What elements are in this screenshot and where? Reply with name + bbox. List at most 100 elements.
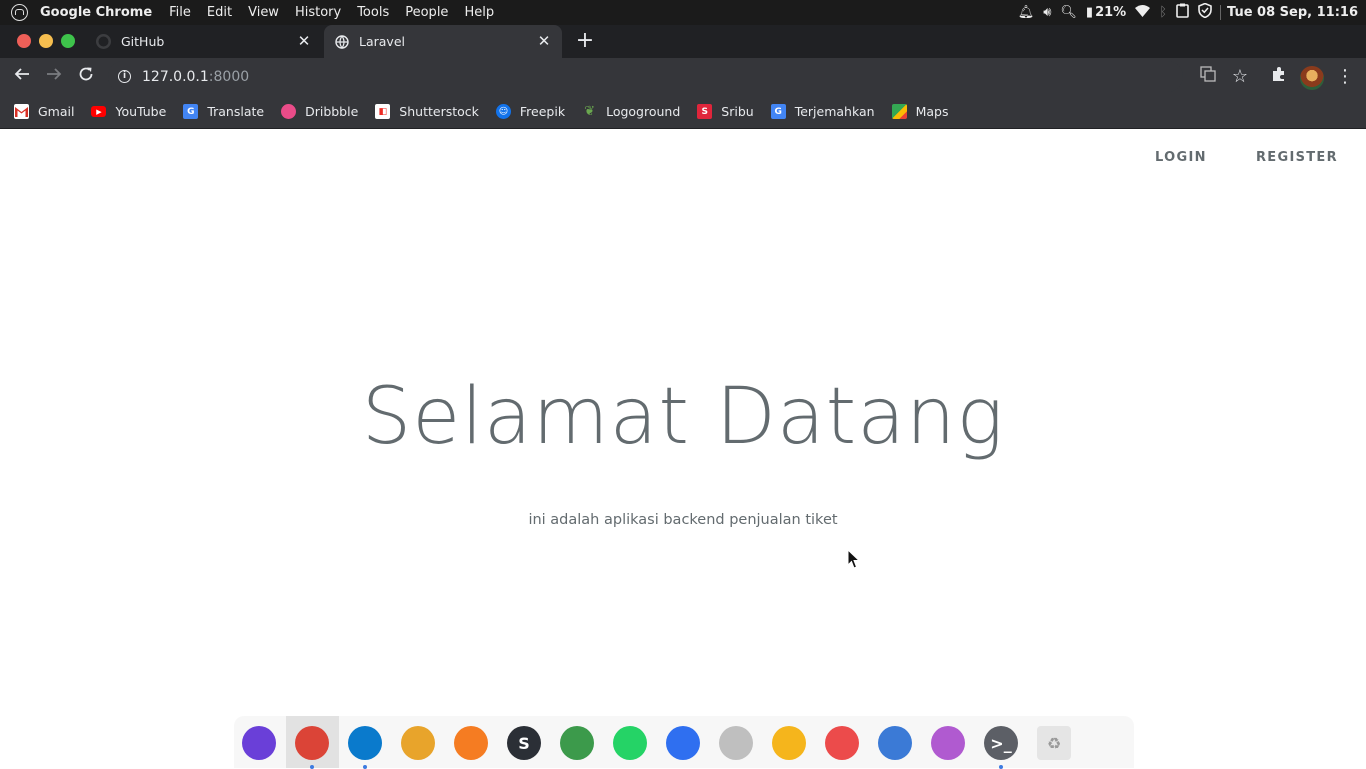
os-logo-icon[interactable] — [11, 4, 28, 21]
sribu-icon: S — [697, 104, 713, 119]
dbeaver-icon[interactable] — [401, 726, 435, 760]
bookmark-gmail[interactable]: Gmail — [14, 104, 74, 119]
maps-icon — [891, 104, 907, 119]
page-subtitle: ini adalah aplikasi backend penjualan ti… — [528, 512, 838, 528]
translate-icon: G — [770, 104, 786, 119]
simplenote-icon[interactable]: S — [507, 726, 541, 760]
app-launcher-icon[interactable] — [242, 726, 276, 760]
store-icon[interactable] — [666, 726, 700, 760]
dribbble-icon — [281, 104, 297, 119]
dock-running-indicator — [363, 765, 367, 769]
forward-button[interactable] — [43, 66, 65, 88]
menu-kebab-icon[interactable]: ⋮ — [1334, 66, 1356, 88]
back-button[interactable] — [11, 66, 33, 88]
forward-arrow-icon — [47, 68, 62, 80]
quote-app-icon[interactable] — [931, 726, 965, 760]
terminal-icon[interactable]: >_ — [984, 726, 1018, 760]
close-tab-icon[interactable]: ✕ — [296, 33, 312, 49]
bookmark-logoground[interactable]: ❦ Logoground — [582, 104, 680, 119]
maximize-window-button[interactable] — [61, 34, 75, 48]
menu-people[interactable]: People — [405, 5, 448, 20]
bookmark-maps[interactable]: Maps — [891, 104, 949, 119]
login-link[interactable]: LOGIN — [1155, 150, 1207, 165]
bookmark-terjemahkan[interactable]: G Terjemahkan — [770, 104, 875, 119]
profile-avatar[interactable] — [1300, 66, 1324, 90]
trash-icon[interactable]: ♻ — [1037, 726, 1071, 760]
whatsapp-icon[interactable] — [613, 726, 647, 760]
dock-running-indicator — [310, 765, 314, 769]
menu-edit[interactable]: Edit — [207, 5, 232, 20]
shield-icon[interactable] — [1198, 2, 1212, 22]
battery-percent: 21% — [1095, 5, 1127, 20]
toggle-app-icon[interactable] — [878, 726, 912, 760]
menu-tools[interactable]: Tools — [357, 5, 389, 20]
menu-view[interactable]: View — [248, 5, 279, 20]
menu-history[interactable]: History — [295, 5, 341, 20]
system-tray: 🔔︎ 🔊︎ 🔍︎ ▮ 21% ᛒ Tue 08 Sep, 11:16 — [1009, 0, 1366, 25]
bookmark-translate[interactable]: G Translate — [183, 104, 264, 119]
clock[interactable]: Tue 08 Sep, 11:16 — [1220, 5, 1358, 20]
page-title: Selamat Datang — [361, 372, 1005, 462]
minimize-window-button[interactable] — [39, 34, 53, 48]
page-content: LOGIN REGISTER Selamat Datang ini adalah… — [0, 129, 1366, 768]
bookmark-label: Terjemahkan — [794, 104, 875, 119]
clipboard-icon[interactable] — [1176, 3, 1189, 22]
browser-toolbar: i 127.0.0.1:8000 ☆ ⋮ — [0, 58, 1366, 95]
bookmark-youtube[interactable]: ▶ YouTube — [91, 104, 166, 119]
bookmarks-bar: Gmail ▶ YouTube G Translate Dribbble ◧ S… — [0, 95, 1366, 129]
volume-icon[interactable]: 🔊︎ — [1043, 5, 1051, 20]
mouse-cursor-icon — [847, 549, 861, 569]
back-arrow-icon — [14, 68, 29, 80]
bookmark-label: Gmail — [38, 104, 75, 119]
screenshot-icon[interactable] — [825, 726, 859, 760]
tab-strip: GitHub ✕ Laravel ✕ + — [0, 25, 1366, 58]
tab-github[interactable]: GitHub ✕ — [86, 25, 322, 58]
extensions-icon[interactable] — [1268, 66, 1290, 88]
address-bar[interactable]: i 127.0.0.1:8000 — [108, 61, 1183, 92]
active-app-name[interactable]: Google Chrome — [40, 5, 152, 20]
shutterstock-icon: ◧ — [375, 104, 391, 119]
vscode-icon[interactable] — [348, 726, 382, 760]
tab-title: GitHub — [121, 34, 165, 49]
dock-running-indicator — [999, 765, 1003, 769]
github-icon — [96, 34, 111, 49]
tab-laravel[interactable]: Laravel ✕ — [324, 25, 562, 58]
dock: S >_ ♻ — [234, 716, 1134, 769]
new-tab-button[interactable]: + — [575, 30, 595, 52]
wifi-icon[interactable] — [1135, 4, 1151, 21]
layers-icon[interactable] — [560, 726, 594, 760]
bookmark-label: Freepik — [519, 104, 566, 119]
translate-page-icon[interactable] — [1197, 66, 1219, 88]
bookmark-freepik[interactable]: ☺ Freepik — [495, 104, 566, 119]
freepik-icon: ☺ — [495, 104, 511, 119]
reload-icon — [79, 67, 93, 81]
search-icon[interactable]: 🔍︎ — [1060, 5, 1077, 20]
close-window-button[interactable] — [17, 34, 31, 48]
logoground-icon: ❦ — [584, 104, 596, 119]
url-host: 127.0.0.1 — [142, 68, 209, 85]
bookmark-shutterstock[interactable]: ◧ Shutterstock — [375, 104, 479, 119]
speaker-icon[interactable] — [719, 726, 753, 760]
pencil-app-icon[interactable] — [454, 726, 488, 760]
media-player-icon[interactable] — [772, 726, 806, 760]
bookmark-label: Dribbble — [305, 104, 359, 119]
bookmark-label: Maps — [915, 104, 949, 119]
reload-button[interactable] — [75, 66, 97, 88]
bookmark-dribbble[interactable]: Dribbble — [281, 104, 358, 119]
youtube-icon: ▶ — [91, 106, 107, 117]
bookmark-label: Logoground — [606, 104, 681, 119]
bookmark-sribu[interactable]: S Sribu — [697, 104, 754, 119]
close-tab-icon[interactable]: ✕ — [536, 33, 552, 49]
site-info-icon[interactable]: i — [118, 70, 131, 83]
os-top-bar: Google Chrome File Edit View History Too… — [0, 0, 1366, 25]
bell-icon[interactable]: 🔔︎ — [1018, 5, 1035, 20]
menu-help[interactable]: Help — [464, 5, 494, 20]
translate-icon: G — [183, 104, 199, 119]
url-port: :8000 — [208, 68, 250, 85]
menu-file[interactable]: File — [169, 5, 191, 20]
bookmark-star-icon[interactable]: ☆ — [1229, 66, 1251, 88]
register-link[interactable]: REGISTER — [1256, 150, 1338, 165]
bluetooth-icon[interactable]: ᛒ — [1159, 5, 1167, 20]
chrome-icon[interactable] — [295, 726, 329, 760]
battery-icon[interactable]: ▮ — [1086, 5, 1093, 20]
